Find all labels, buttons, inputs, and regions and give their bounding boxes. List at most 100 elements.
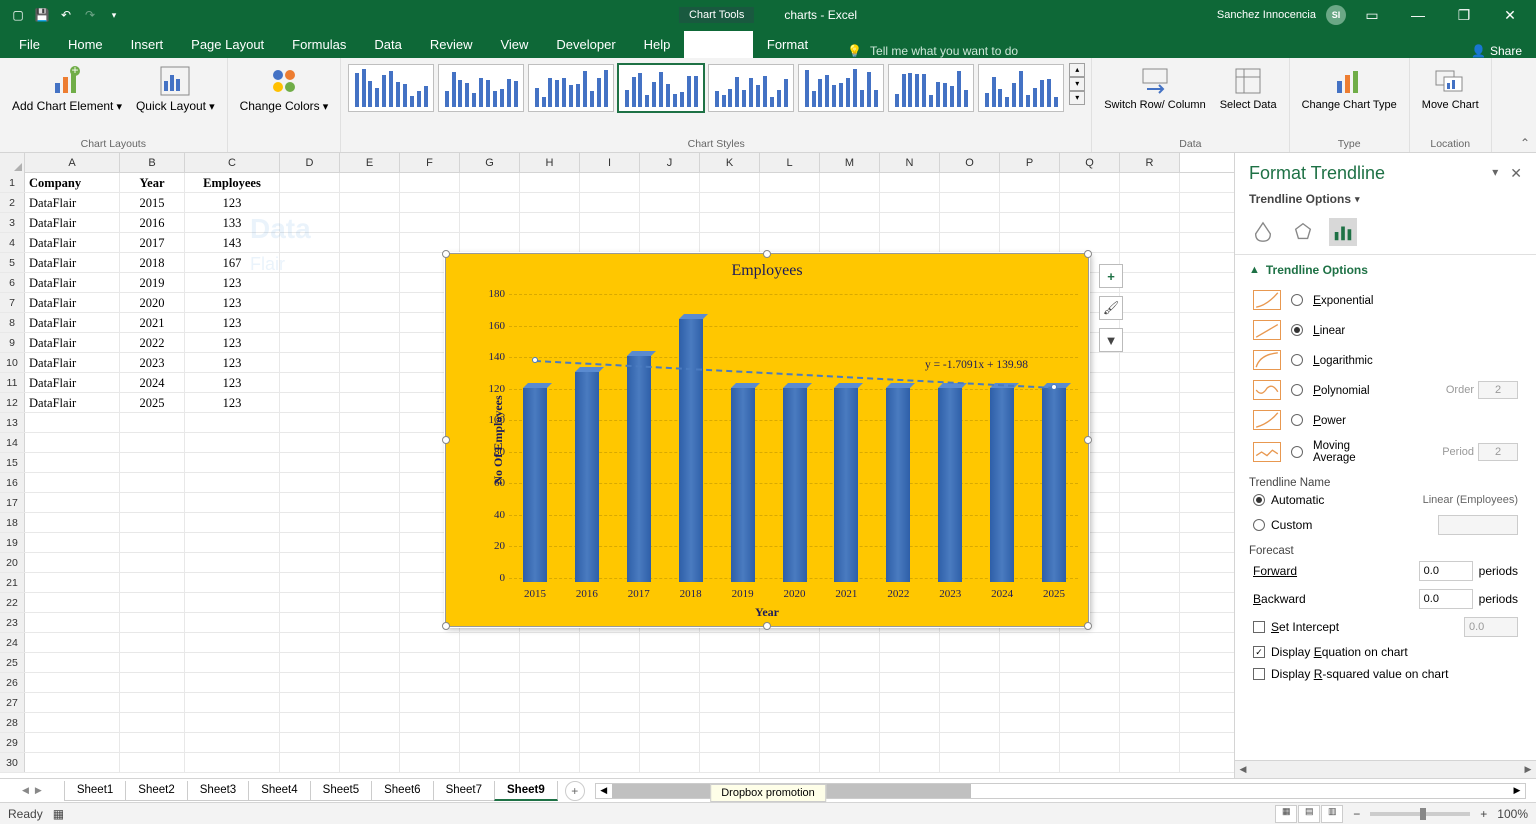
cell-L30[interactable] (760, 753, 820, 772)
cell-A28[interactable] (25, 713, 120, 732)
zoom-out-button[interactable]: − (1353, 807, 1360, 821)
cell-C3[interactable]: 133 (185, 213, 280, 232)
cell-R9[interactable] (1120, 333, 1180, 352)
cell-C14[interactable] (185, 433, 280, 452)
cell-D5[interactable] (280, 253, 340, 272)
share-button[interactable]: 👤 Share (1471, 44, 1536, 58)
pane-subtitle[interactable]: Trendline Options ▾ (1235, 188, 1536, 210)
cell-J27[interactable] (640, 693, 700, 712)
column-header-M[interactable]: M (820, 153, 880, 172)
cell-O4[interactable] (940, 233, 1000, 252)
cell-H26[interactable] (520, 673, 580, 692)
tab-data[interactable]: Data (360, 31, 415, 58)
tab-formulas[interactable]: Formulas (278, 31, 360, 58)
chart-bar[interactable] (938, 388, 962, 582)
cell-N26[interactable] (880, 673, 940, 692)
x-axis-title[interactable]: Year (755, 605, 779, 620)
cell-E10[interactable] (340, 353, 400, 372)
cell-B16[interactable] (120, 473, 185, 492)
cell-A6[interactable]: DataFlair (25, 273, 120, 292)
cell-A14[interactable] (25, 433, 120, 452)
cell-R12[interactable] (1120, 393, 1180, 412)
cell-M24[interactable] (820, 633, 880, 652)
column-header-B[interactable]: B (120, 153, 185, 172)
cell-M4[interactable] (820, 233, 880, 252)
cell-B2[interactable]: 2015 (120, 193, 185, 212)
cell-D14[interactable] (280, 433, 340, 452)
cell-D4[interactable] (280, 233, 340, 252)
cell-E25[interactable] (340, 653, 400, 672)
custom-radio[interactable] (1253, 519, 1265, 531)
cell-B9[interactable]: 2022 (120, 333, 185, 352)
cell-L29[interactable] (760, 733, 820, 752)
cell-C26[interactable] (185, 673, 280, 692)
cell-D13[interactable] (280, 413, 340, 432)
cell-J26[interactable] (640, 673, 700, 692)
cell-J28[interactable] (640, 713, 700, 732)
cell-L25[interactable] (760, 653, 820, 672)
trendline-option-linear[interactable]: Linear (1249, 315, 1522, 345)
chart-bar[interactable] (834, 388, 858, 582)
row-header-2[interactable]: 2 (0, 193, 25, 212)
change-colors-button[interactable]: Change Colors ▾ (234, 63, 335, 116)
tab-developer[interactable]: Developer (542, 31, 629, 58)
row-header-25[interactable]: 25 (0, 653, 25, 672)
cell-A10[interactable]: DataFlair (25, 353, 120, 372)
custom-name-input[interactable] (1438, 515, 1518, 535)
cell-A29[interactable] (25, 733, 120, 752)
cell-F26[interactable] (400, 673, 460, 692)
cell-R23[interactable] (1120, 613, 1180, 632)
cell-L27[interactable] (760, 693, 820, 712)
cell-Q28[interactable] (1060, 713, 1120, 732)
sheet-tab-sheet6[interactable]: Sheet6 (371, 781, 433, 801)
cell-E13[interactable] (340, 413, 400, 432)
row-header-8[interactable]: 8 (0, 313, 25, 332)
cell-R30[interactable] (1120, 753, 1180, 772)
cell-C9[interactable]: 123 (185, 333, 280, 352)
cell-D10[interactable] (280, 353, 340, 372)
cell-J3[interactable] (640, 213, 700, 232)
automatic-radio[interactable] (1253, 494, 1265, 506)
cell-D28[interactable] (280, 713, 340, 732)
cell-O3[interactable] (940, 213, 1000, 232)
row-header-22[interactable]: 22 (0, 593, 25, 612)
cell-E20[interactable] (340, 553, 400, 572)
row-header-14[interactable]: 14 (0, 433, 25, 452)
column-header-H[interactable]: H (520, 153, 580, 172)
cell-B10[interactable]: 2023 (120, 353, 185, 372)
cell-P28[interactable] (1000, 713, 1060, 732)
cell-Q3[interactable] (1060, 213, 1120, 232)
cell-C15[interactable] (185, 453, 280, 472)
column-header-K[interactable]: K (700, 153, 760, 172)
cell-C23[interactable] (185, 613, 280, 632)
cell-D25[interactable] (280, 653, 340, 672)
cell-D26[interactable] (280, 673, 340, 692)
cell-B18[interactable] (120, 513, 185, 532)
cell-G3[interactable] (460, 213, 520, 232)
cell-E8[interactable] (340, 313, 400, 332)
cell-M27[interactable] (820, 693, 880, 712)
cell-I25[interactable] (580, 653, 640, 672)
cell-I24[interactable] (580, 633, 640, 652)
chart-bar[interactable] (679, 319, 703, 582)
cell-D17[interactable] (280, 493, 340, 512)
cell-B14[interactable] (120, 433, 185, 452)
chart-bar[interactable] (731, 388, 755, 582)
cell-N3[interactable] (880, 213, 940, 232)
normal-view-button[interactable]: ▦ (1275, 805, 1297, 823)
trendline-option-logarithmic[interactable]: Logarithmic (1249, 345, 1522, 375)
cell-C11[interactable]: 123 (185, 373, 280, 392)
sheet-tab-sheet1[interactable]: Sheet1 (64, 781, 126, 801)
cell-O2[interactable] (940, 193, 1000, 212)
row-header-24[interactable]: 24 (0, 633, 25, 652)
cell-P24[interactable] (1000, 633, 1060, 652)
cell-K24[interactable] (700, 633, 760, 652)
cell-B20[interactable] (120, 553, 185, 572)
cell-A3[interactable]: DataFlair (25, 213, 120, 232)
cell-P2[interactable] (1000, 193, 1060, 212)
cell-A2[interactable]: DataFlair (25, 193, 120, 212)
move-chart-button[interactable]: Move Chart (1416, 63, 1485, 114)
cell-R15[interactable] (1120, 453, 1180, 472)
cell-A25[interactable] (25, 653, 120, 672)
cell-C24[interactable] (185, 633, 280, 652)
